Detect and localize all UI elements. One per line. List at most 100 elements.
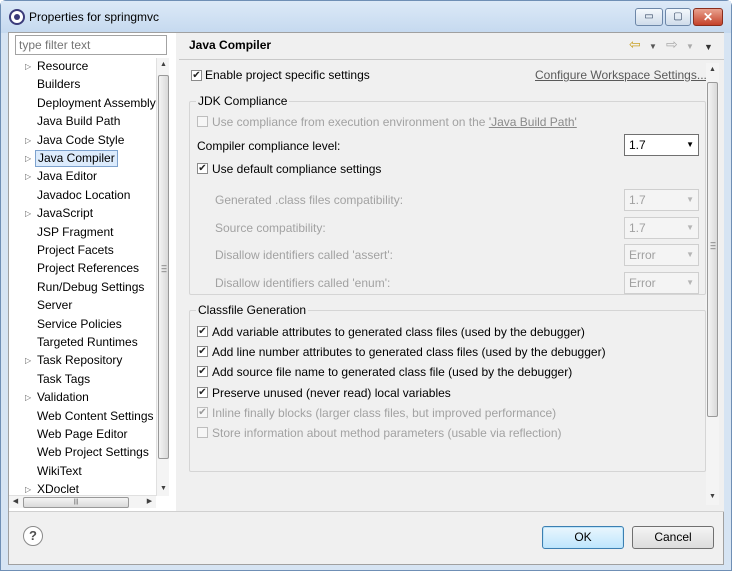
sidebar-item[interactable]: Web Content Settings — [9, 408, 156, 425]
dialog-client-area: ▷ Resource Builders Deployment Assembly Java… — [8, 32, 724, 565]
ok-button[interactable]: OK — [542, 526, 624, 549]
page-vertical-scrollbar[interactable]: ▲ – – – ▼ — [706, 63, 719, 505]
eclipse-icon — [9, 9, 25, 25]
page-scroll-thumb[interactable]: – – – — [707, 82, 718, 417]
classfile-option-label: Store information about method parameter… — [212, 426, 562, 440]
classfile-option-checkbox[interactable]: ✔ — [197, 386, 208, 398]
scroll-up-arrow-icon[interactable]: ▲ — [157, 58, 170, 72]
sidebar-item[interactable]: ▷ Java Compiler — [9, 150, 156, 167]
enable-specific-checkbox[interactable]: ✔ — [191, 70, 202, 81]
property-page: Java Compiler ⇦ ▼ ⇨ ▼ ▼ ✔ Enable project… — [179, 33, 724, 511]
jdk-row-select[interactable]: 1.7 ▼ — [624, 189, 699, 211]
jdk-group-title: JDK Compliance — [196, 94, 290, 108]
sidebar-item[interactable]: Javadoc Location — [9, 187, 156, 204]
sidebar-item[interactable]: WikiText — [9, 463, 156, 480]
compliance-level-select[interactable]: 1.7 ▼ — [624, 134, 699, 156]
sidebar-item[interactable]: ▷ Java Editor — [9, 168, 156, 185]
dropdown-arrow-icon: ▼ — [686, 222, 694, 232]
expand-chevron-icon[interactable]: ▷ — [25, 168, 33, 185]
page-scroll-up-icon[interactable]: ▲ — [706, 63, 719, 77]
sidebar-item-label: Server — [37, 298, 73, 313]
use-default-checkbox[interactable]: ✔ — [197, 163, 208, 174]
sidebar-item[interactable]: Builders — [9, 76, 156, 93]
scroll-down-arrow-icon[interactable]: ▼ — [157, 482, 170, 496]
use-env-checkbox[interactable] — [197, 116, 208, 127]
jdk-row-select[interactable]: 1.7 ▼ — [624, 216, 699, 239]
title-bar: Properties for springmvc ▭ ▢ ✕ — [1, 1, 731, 33]
window-title: Properties for springmvc — [29, 10, 160, 24]
expand-chevron-icon[interactable]: ▷ — [25, 389, 33, 406]
expand-chevron-icon[interactable]: ▷ — [25, 352, 33, 369]
dropdown-arrow-icon: ▼ — [686, 140, 694, 149]
sidebar-item-label: Targeted Runtimes — [37, 335, 138, 349]
classfile-option-label: Preserve unused (never read) local varia… — [212, 385, 451, 400]
sidebar-item-label: Service Policies — [37, 316, 122, 331]
expand-chevron-icon[interactable]: ▷ — [25, 150, 33, 167]
back-arrow-icon[interactable]: ⇦ — [629, 37, 641, 51]
classfile-option-checkbox[interactable]: ✔ — [197, 366, 208, 378]
sidebar-vertical-scrollbar[interactable]: ▲ – – – ▼ — [156, 58, 169, 496]
sidebar-item[interactable]: Project References — [9, 260, 156, 277]
grip-icon: – – – — [161, 260, 167, 276]
filter-input[interactable] — [15, 35, 167, 55]
sidebar-item[interactable]: ▷ Resource — [9, 58, 156, 75]
expand-chevron-icon[interactable]: ▷ — [25, 205, 33, 222]
use-env-label-text: Use compliance from execution environmen… — [212, 115, 489, 129]
configure-workspace-link[interactable]: Configure Workspace Settings... — [535, 68, 707, 82]
sidebar-item[interactable]: Service Policies — [9, 316, 156, 333]
sidebar-item[interactable]: ▷ Validation — [9, 389, 156, 406]
page-scroll-down-icon[interactable]: ▼ — [706, 490, 719, 504]
use-env-label: Use compliance from execution environmen… — [212, 115, 577, 129]
sidebar-item-label: Validation — [37, 390, 89, 405]
back-menu-chevron-icon[interactable]: ▼ — [649, 40, 657, 54]
minimize-button[interactable]: ▭ — [635, 8, 663, 26]
sidebar-item-label: Task Tags — [37, 371, 91, 386]
horizontal-scroll-thumb[interactable]: ||| — [23, 497, 129, 508]
sidebar-item[interactable]: ▷ Task Repository — [9, 352, 156, 369]
sidebar-item-label: Java Code Style — [37, 132, 125, 147]
scroll-thumb[interactable]: – – – — [158, 75, 169, 459]
sidebar-item[interactable]: Task Tags — [9, 371, 156, 388]
sidebar-item-label: Java Editor — [37, 169, 98, 184]
sidebar-item[interactable]: Targeted Runtimes — [9, 334, 156, 351]
sidebar-item[interactable]: ▷ JavaScript — [9, 205, 156, 222]
sidebar-horizontal-scrollbar[interactable]: ◀ ||| ▶ — [9, 495, 156, 508]
forward-menu-chevron-icon[interactable]: ▼ — [686, 40, 694, 54]
sidebar-item[interactable]: Server — [9, 297, 156, 314]
classfile-group-title: Classfile Generation — [196, 303, 309, 317]
classfile-option-checkbox[interactable]: ✔ — [197, 406, 208, 418]
expand-chevron-icon[interactable]: ▷ — [25, 481, 33, 496]
jdk-row-select[interactable]: Error ▼ — [624, 244, 699, 267]
sidebar-item[interactable]: ▷ Java Code Style — [9, 132, 156, 149]
sidebar-item[interactable]: Web Project Settings — [9, 444, 156, 461]
sidebar-item-label: Web Content Settings — [37, 408, 154, 423]
sidebar-item[interactable]: JSP Fragment — [9, 224, 156, 241]
cancel-button[interactable]: Cancel — [632, 526, 714, 549]
sidebar-item-label: Javadoc Location — [37, 187, 131, 202]
jdk-row-select[interactable]: Error ▼ — [624, 271, 699, 294]
sidebar-item[interactable]: ▷ XDoclet — [9, 481, 156, 496]
view-menu-icon[interactable]: ▼ — [704, 40, 713, 54]
expand-chevron-icon[interactable]: ▷ — [25, 58, 33, 75]
scroll-right-arrow-icon[interactable]: ▶ — [143, 496, 156, 508]
page-grip-icon: – – – — [710, 237, 716, 253]
sidebar-item[interactable]: Web Page Editor — [9, 426, 156, 443]
sidebar-item[interactable]: Project Facets — [9, 242, 156, 259]
sidebar-item-label: WikiText — [37, 463, 82, 478]
dropdown-arrow-icon: ▼ — [686, 195, 694, 204]
classfile-option-checkbox[interactable]: ✔ — [197, 346, 208, 358]
jdk-compliance-group: JDK Compliance Use compliance from execu… — [189, 94, 706, 295]
classfile-option-checkbox[interactable] — [197, 427, 208, 438]
close-button[interactable]: ✕ — [693, 8, 723, 26]
sidebar-item[interactable]: Run/Debug Settings — [9, 279, 156, 296]
expand-chevron-icon[interactable]: ▷ — [25, 132, 33, 149]
classfile-option-checkbox[interactable]: ✔ — [197, 326, 208, 337]
sidebar-item[interactable]: Java Build Path — [9, 113, 156, 130]
sidebar-item-label: Web Project Settings — [37, 445, 149, 460]
sidebar-item[interactable]: Deployment Assembly — [9, 95, 156, 112]
forward-arrow-icon[interactable]: ⇨ — [666, 37, 678, 51]
help-button[interactable]: ? — [23, 526, 43, 546]
scroll-left-arrow-icon[interactable]: ◀ — [9, 496, 22, 508]
maximize-button[interactable]: ▢ — [665, 8, 691, 26]
java-build-path-link[interactable]: 'Java Build Path' — [489, 115, 577, 129]
